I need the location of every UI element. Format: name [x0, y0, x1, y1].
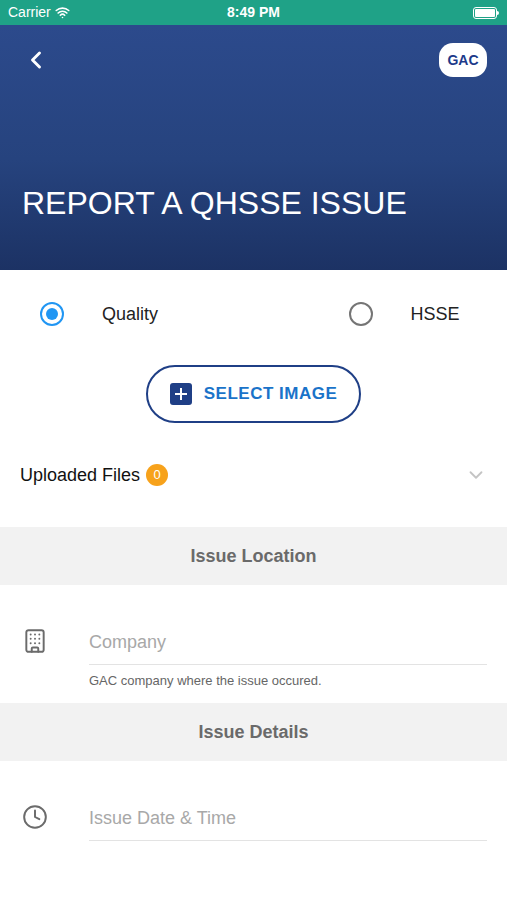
field-helper: GAC company where the issue occured. — [89, 672, 487, 690]
form-section: Issue Location Company GAC company where t… — [0, 527, 507, 703]
status-time: 8:49 PM — [227, 2, 280, 23]
select-image-button[interactable]: SELECT IMAGE — [146, 365, 362, 423]
field-input[interactable]: Company — [89, 630, 487, 665]
page-title: REPORT A QHSSE ISSUE — [0, 184, 507, 270]
issue-type-option[interactable]: HSSE — [254, 301, 507, 328]
radio-button[interactable] — [349, 302, 373, 326]
field-input[interactable]: Issue Date & Time — [89, 806, 487, 841]
back-icon[interactable] — [22, 46, 50, 74]
gac-logo: GAC — [439, 43, 487, 77]
section-header: Issue Details — [0, 703, 507, 761]
issue-type-option[interactable]: Quality — [0, 301, 254, 328]
building-icon — [22, 628, 48, 654]
expand-chevron-icon[interactable] — [465, 464, 487, 486]
radio-label: Quality — [102, 301, 158, 328]
radio-label: HSSE — [411, 301, 460, 328]
radio-button[interactable] — [40, 302, 64, 326]
battery-icon — [473, 7, 499, 19]
uploaded-files-count-badge: 0 — [146, 464, 168, 486]
section-header: Issue Location — [0, 527, 507, 585]
form-section: Issue Details Issue Date & Time — [0, 703, 507, 871]
form-field[interactable]: Company GAC company where the issue occur… — [0, 585, 507, 703]
clock-icon — [22, 804, 48, 830]
form-field[interactable]: Issue Date & Time — [0, 761, 507, 871]
uploaded-files-label: Uploaded Files — [20, 462, 140, 489]
header-banner: GAC REPORT A QHSSE ISSUE — [0, 25, 507, 270]
issue-type-radio-group: Quality HSSE — [0, 270, 507, 358]
radio-dot — [46, 308, 58, 320]
carrier-label: Carrier — [8, 2, 51, 23]
wifi-icon — [55, 5, 70, 20]
status-bar: Carrier 8:49 PM — [0, 0, 507, 25]
app: Carrier8:49 PMGACREPORT A QHSSE ISSUEQua… — [0, 0, 507, 900]
plus-icon — [170, 383, 192, 405]
uploaded-files-row[interactable]: Uploaded Files 0 — [0, 423, 507, 527]
